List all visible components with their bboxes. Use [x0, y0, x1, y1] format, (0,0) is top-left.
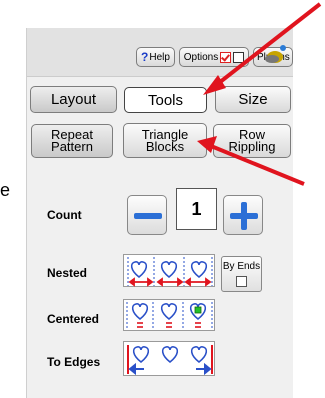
tools-panel: ? Help Options Plugins Layout Tools Size… [26, 28, 293, 398]
empty-box-icon [233, 51, 245, 63]
question-icon: ? [141, 50, 149, 64]
tab-triangle-blocks[interactable]: Triangle Blocks [123, 123, 207, 158]
tab-row-rippling[interactable]: Row Rippling [213, 124, 291, 158]
tab-layout[interactable]: Layout [30, 86, 117, 113]
increment-button[interactable] [223, 195, 263, 235]
by-ends-toggle[interactable]: By Ends [221, 256, 262, 292]
count-field[interactable]: 1 [176, 188, 217, 230]
to-edges-button[interactable] [123, 341, 215, 376]
options-button[interactable]: Options [179, 47, 249, 67]
decrement-button[interactable] [127, 195, 167, 235]
tab-size[interactable]: Size [215, 86, 291, 113]
partial-text: e [0, 180, 11, 200]
count-label: Count [47, 208, 82, 222]
nested-label: Nested [47, 266, 88, 280]
nested-hearts-icon [127, 257, 213, 287]
to-edges-label: To Edges [47, 355, 101, 369]
by-ends-checkbox[interactable] [236, 276, 247, 287]
centered-hearts-icon [126, 302, 213, 330]
checked-box-icon [220, 51, 232, 63]
minus-icon [134, 213, 162, 219]
centered-button[interactable] [123, 299, 215, 331]
tab-tools[interactable]: Tools [124, 87, 207, 113]
nested-button[interactable] [123, 254, 215, 287]
plugins-button[interactable]: Plugins [253, 47, 293, 67]
plus-icon [230, 202, 258, 230]
to-edges-hearts-icon [127, 345, 213, 376]
help-button[interactable]: ? Help [136, 47, 175, 67]
tab-repeat-pattern[interactable]: Repeat Pattern [31, 124, 113, 158]
centered-label: Centered [47, 312, 100, 326]
